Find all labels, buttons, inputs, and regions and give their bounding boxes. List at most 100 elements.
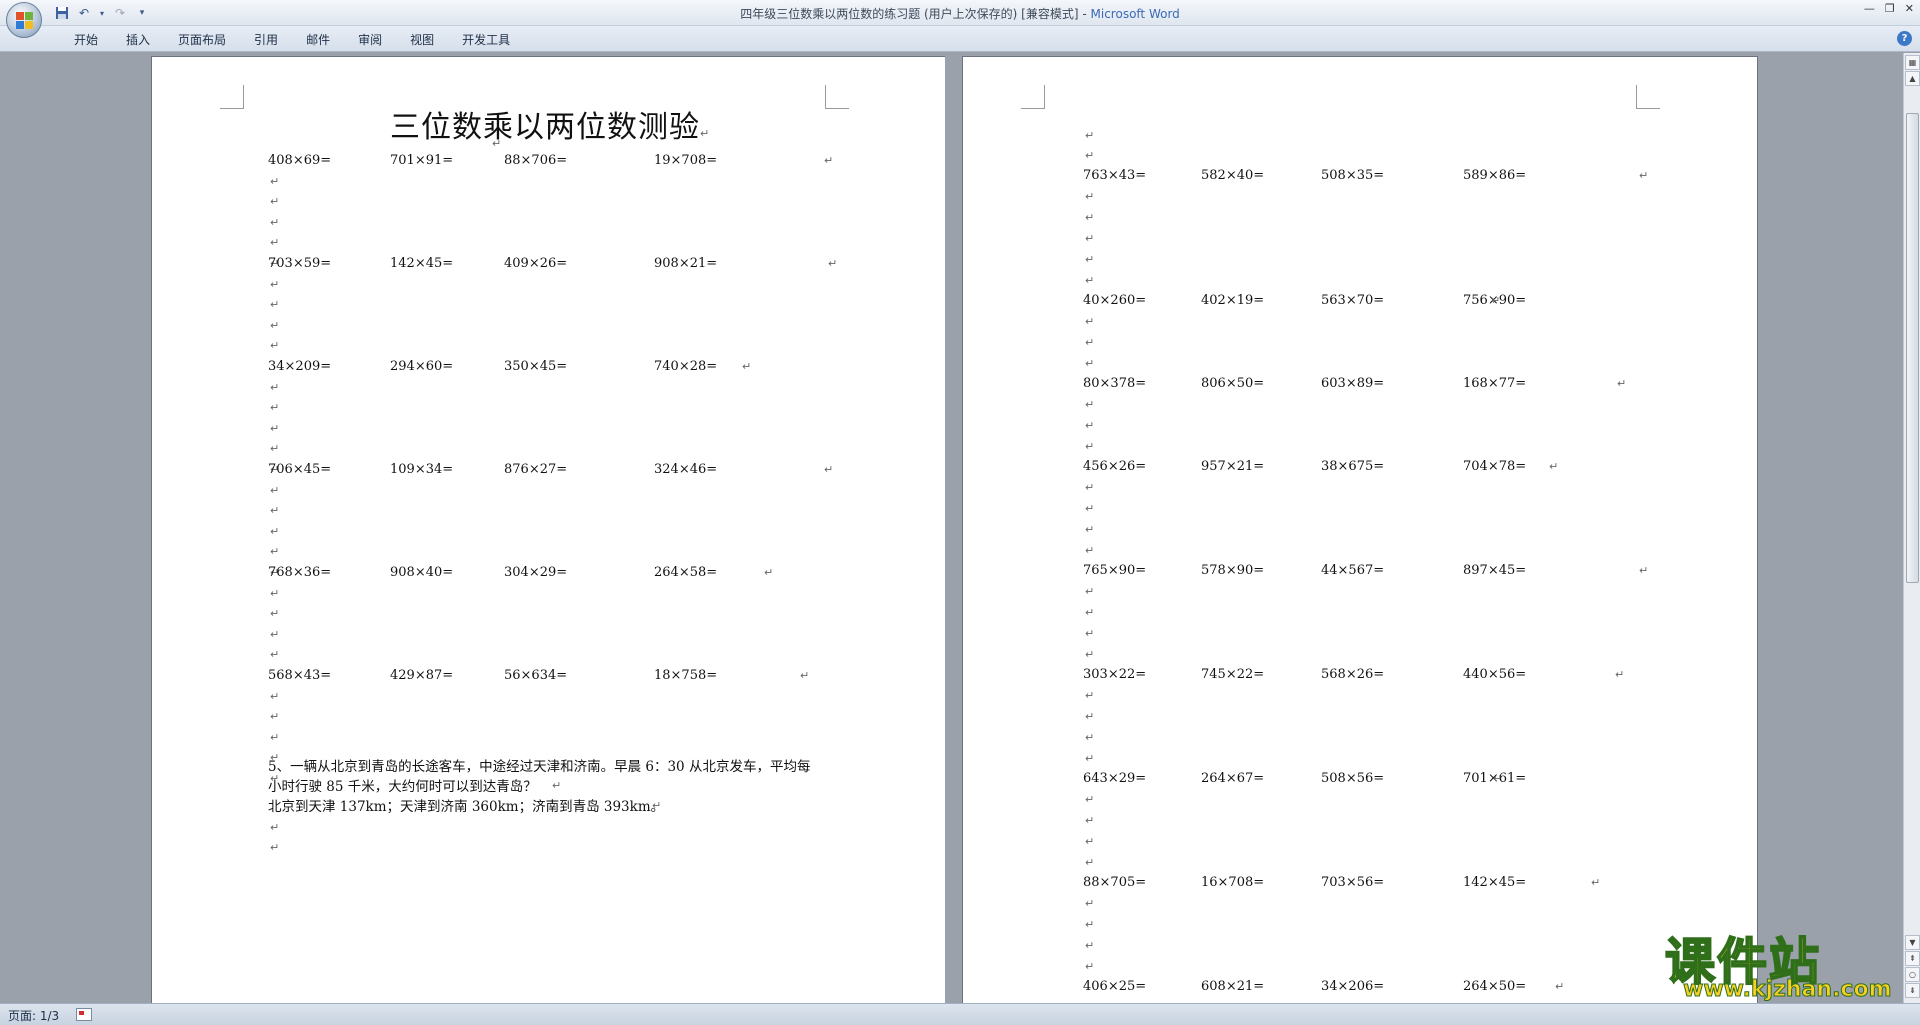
math-problem: 582×40= [1201, 168, 1265, 183]
paragraph-mark: ↵ [1085, 398, 1095, 411]
page-title-text: 三位数乘以两位数测验 [390, 110, 700, 145]
word-problem-line: 小时行驶 85 千米，大约何时可以到达青岛？ [268, 779, 537, 795]
paragraph-mark: ↵ [270, 174, 280, 188]
math-problem: 142×45= [1463, 875, 1527, 890]
paragraph-mark: ↵ [652, 799, 662, 812]
paragraph-mark: ↵ [1085, 814, 1095, 827]
math-problem: 706×45= [268, 462, 332, 477]
title-bar: ↶ ▾ ↷ ▾ 四年级三位数乘以两位数的练习题 (用户上次保存的) [兼容模式]… [0, 0, 1920, 26]
tab-mailings[interactable]: 邮件 [292, 31, 344, 49]
proofing-status-icon[interactable] [76, 1008, 92, 1021]
paragraph-mark: ↵ [764, 566, 774, 579]
math-problem: 745×22= [1201, 667, 1265, 682]
math-problem: 34×209= [268, 359, 332, 374]
math-problem: 897×45= [1463, 563, 1527, 578]
select-browse-object-icon[interactable]: ○ [1905, 967, 1920, 982]
tab-page-layout[interactable]: 页面布局 [164, 31, 240, 49]
paragraph-mark: ↵ [1549, 460, 1559, 473]
scroll-up-icon[interactable]: ▲ [1905, 71, 1920, 86]
scroll-down-icon[interactable]: ▼ [1905, 935, 1920, 950]
math-problem: 589×86= [1463, 168, 1527, 183]
crop-mark [1021, 85, 1045, 109]
math-problem: 908×40= [390, 565, 454, 580]
next-page-icon[interactable]: ⇟ [1905, 983, 1920, 998]
paragraph-mark: ↵ [1617, 377, 1627, 390]
math-problem: 44×567= [1321, 563, 1385, 578]
paragraph-mark: ↵ [270, 648, 280, 662]
page-title: 三位数乘以两位数测验↵ [390, 102, 710, 146]
paragraph-mark: ↵ [1085, 129, 1095, 142]
math-problem: 294×60= [390, 359, 454, 374]
paragraph-mark: ↵ [1085, 627, 1095, 640]
math-problem: 324×46= [654, 462, 718, 477]
math-problem: 508×35= [1321, 168, 1385, 183]
crop-mark [825, 85, 849, 109]
minimize-icon[interactable]: — [1864, 2, 1875, 15]
status-bar: 页面: 1/3 [0, 1003, 1920, 1025]
tab-review[interactable]: 审阅 [344, 31, 396, 49]
previous-page-icon[interactable]: ⇞ [1905, 951, 1920, 966]
math-problem: 703×59= [268, 256, 332, 271]
word-problem-line: 5、一辆从北京到青岛的长途客车，中途经过天津和济南。早晨 6：30 从北京发车，… [268, 759, 811, 775]
paragraph-mark: ↵ [1085, 856, 1095, 869]
page-counter[interactable]: 页面: 1/3 [8, 1007, 59, 1024]
math-problem: 603×89= [1321, 376, 1385, 391]
tab-insert[interactable]: 插入 [112, 31, 164, 49]
paragraph-mark: ↵ [1591, 876, 1601, 889]
ribbon-tabs: 开始 插入 页面布局 引用 邮件 审阅 视图 开发工具 [60, 31, 524, 49]
paragraph-mark: ↵ [1085, 336, 1095, 349]
math-problem: 957×21= [1201, 459, 1265, 474]
math-problem: 806×50= [1201, 376, 1265, 391]
math-problem: 88×705= [1083, 875, 1147, 890]
vertical-scrollbar[interactable]: ▦ ▲ ▼ ⇞ ○ ⇟ [1903, 53, 1920, 1003]
word-problem-line: 北京到天津 137km；天津到济南 360km；济南到青岛 393km。 [268, 799, 665, 815]
tab-view[interactable]: 视图 [396, 31, 448, 49]
office-button[interactable] [6, 2, 42, 38]
paragraph-mark: ↵ [1085, 357, 1095, 370]
window-title: 四年级三位数乘以两位数的练习题 (用户上次保存的) [兼容模式] - Micro… [0, 5, 1920, 22]
ribbon: 开始 插入 页面布局 引用 邮件 审阅 视图 开发工具 ? [0, 26, 1920, 52]
paragraph-mark: ↵ [270, 380, 280, 394]
math-problem: 406×25= [1083, 979, 1147, 994]
math-problem: 765×90= [1083, 563, 1147, 578]
ruler-toggle-icon[interactable]: ▦ [1905, 55, 1920, 70]
paragraph-mark: ↵ [270, 710, 280, 724]
math-problem: 264×50= [1463, 979, 1527, 994]
math-problem: 740×28= [654, 359, 718, 374]
math-problem: 409×26= [504, 256, 568, 271]
maximize-icon[interactable]: ❐ [1885, 2, 1895, 15]
paragraph-mark: ↵ [1639, 564, 1649, 577]
paragraph-mark: ↵ [270, 195, 280, 209]
tab-developer[interactable]: 开发工具 [448, 31, 524, 49]
paragraph-mark: ↵ [270, 339, 280, 353]
document-page-2[interactable]: ↵ ↵ 763×43= 582×40= 508×35= 589×86= ↵ ↵ ↵ ↵ ↵ ↵ 40×2… [963, 57, 1757, 1003]
paragraph-mark: ↵ [270, 607, 280, 621]
help-icon[interactable]: ? [1897, 31, 1912, 46]
math-problem: 303×22= [1083, 667, 1147, 682]
paragraph-mark: ↵ [270, 318, 280, 332]
paragraph-mark: ↵ [1085, 960, 1095, 973]
paragraph-mark: ↵ [1639, 169, 1649, 182]
paragraph-mark: ↵ [270, 215, 280, 229]
paragraph-mark: ↵ [270, 236, 280, 250]
paragraph-mark: ↵ [1085, 253, 1095, 266]
math-problem: 408×69= [268, 153, 332, 168]
paragraph-mark: ↵ [1085, 274, 1095, 287]
scroll-thumb[interactable] [1906, 113, 1919, 583]
paragraph-mark: ↵ [824, 463, 834, 476]
tab-references[interactable]: 引用 [240, 31, 292, 49]
document-page-1[interactable]: 三位数乘以两位数测验↵ ↵ 408×69= 701×91= 88×706= 19×708… [152, 57, 945, 1003]
math-problem: 440×56= [1463, 667, 1527, 682]
paragraph-mark: ↵ [270, 586, 280, 600]
close-icon[interactable]: ✕ [1905, 2, 1914, 15]
paragraph-mark: ↵ [270, 401, 280, 415]
math-problem: 508×56= [1321, 771, 1385, 786]
math-problem: 704×78= [1463, 459, 1527, 474]
math-problem: 768×36= [268, 565, 332, 580]
math-problem: 578×90= [1201, 563, 1265, 578]
tab-home[interactable]: 开始 [60, 31, 112, 49]
paragraph-mark: ↵ [1085, 585, 1095, 598]
paragraph-mark: ↵ [700, 127, 711, 140]
paragraph-mark: ↵ [1085, 190, 1095, 203]
paragraph-mark: ↵ [270, 545, 280, 559]
